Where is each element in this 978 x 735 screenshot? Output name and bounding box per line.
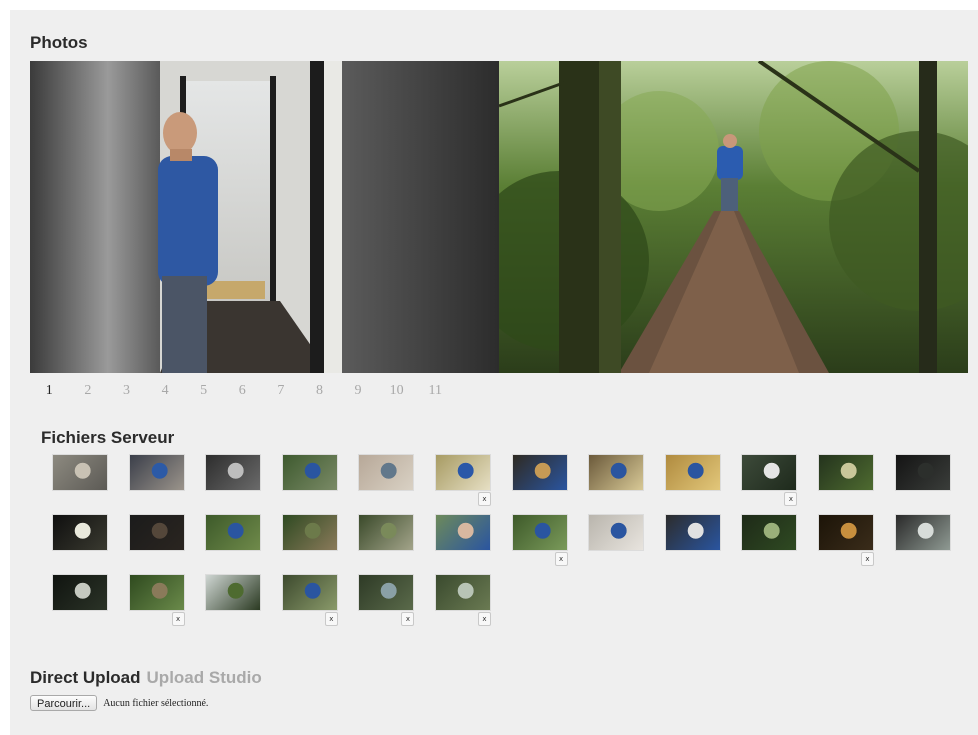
server-file-thumbnail[interactable] [436, 515, 490, 550]
server-files-heading: Fichiers Serveur [41, 428, 175, 447]
server-file-thumbnail[interactable] [819, 455, 873, 490]
delete-file-button[interactable]: x [478, 612, 491, 626]
server-file-thumbnail[interactable] [53, 515, 107, 550]
page-link-10[interactable]: 10 [377, 383, 416, 399]
server-file-thumbnail[interactable] [129, 575, 184, 610]
server-file-thumbnail[interactable] [512, 515, 567, 550]
browse-button[interactable]: Parcourir... [30, 695, 98, 711]
server-file-thumbnail[interactable] [206, 575, 261, 610]
server-file-thumbnail[interactable] [819, 515, 873, 550]
server-file-thumbnail[interactable] [206, 455, 261, 490]
server-file-thumbnail[interactable] [359, 515, 414, 550]
page-link-9[interactable]: 9 [339, 383, 378, 399]
page-link-8[interactable]: 8 [300, 383, 339, 399]
photos-heading: Photos [30, 33, 88, 52]
server-file-thumbnail[interactable] [359, 455, 414, 490]
page-link-4[interactable]: 4 [146, 383, 185, 399]
delete-file-button[interactable]: x [171, 612, 185, 626]
server-file-thumbnail[interactable] [282, 575, 337, 610]
server-file-thumbnail[interactable] [282, 455, 337, 490]
server-file-thumbnail[interactable] [282, 515, 337, 550]
server-file-thumbnail[interactable] [589, 515, 644, 550]
server-file-thumbnail[interactable] [206, 515, 261, 550]
file-status: Aucun fichier sélectionné. [103, 697, 209, 709]
server-file-thumbnail[interactable] [665, 515, 720, 550]
server-file-thumbnail[interactable] [742, 455, 797, 490]
file-upload-row: Parcourir... Aucun fichier sélectionné. [30, 695, 208, 711]
server-file-thumbnail[interactable] [665, 455, 720, 490]
server-file-thumbnail[interactable] [436, 455, 490, 490]
delete-file-button[interactable]: x [784, 492, 798, 506]
server-file-thumbnail[interactable] [895, 515, 950, 550]
server-file-thumbnail[interactable] [512, 455, 567, 490]
page-link-2[interactable]: 2 [69, 383, 108, 399]
photo-viewer[interactable] [30, 61, 968, 373]
page-link-3[interactable]: 3 [107, 383, 146, 399]
server-file-thumbnail[interactable] [436, 575, 490, 610]
server-file-thumbnail[interactable] [359, 575, 414, 610]
photo-forest-path-image [499, 61, 968, 373]
photo-pager: 1 2 3 4 5 6 7 8 9 10 11 [30, 383, 455, 399]
server-file-thumbnail[interactable] [589, 455, 644, 490]
server-file-thumbnail[interactable] [129, 455, 184, 490]
photo-forest-path[interactable] [499, 61, 968, 373]
page-link-11[interactable]: 11 [416, 383, 455, 399]
server-file-thumbnail[interactable] [742, 515, 797, 550]
delete-file-button[interactable]: x [324, 612, 338, 626]
upload-studio-link[interactable]: Upload Studio [147, 668, 262, 688]
delete-file-button[interactable]: x [861, 552, 874, 566]
delete-file-button[interactable]: x [401, 612, 415, 626]
server-file-thumbnail[interactable] [895, 455, 950, 490]
photo-man-doorway[interactable] [30, 61, 499, 373]
upload-heading: Direct Upload Upload Studio [30, 668, 262, 688]
photo-man-doorway-image [30, 61, 499, 373]
direct-upload-title: Direct Upload [30, 668, 141, 687]
page-link-5[interactable]: 5 [184, 383, 223, 399]
server-file-thumbnail[interactable] [53, 575, 107, 610]
server-file-thumbnail[interactable] [129, 515, 184, 550]
page-link-6[interactable]: 6 [223, 383, 262, 399]
delete-file-button[interactable]: x [478, 492, 491, 506]
page-link-1[interactable]: 1 [30, 383, 69, 399]
server-file-thumbnail[interactable] [53, 455, 107, 490]
page-link-7[interactable]: 7 [262, 383, 301, 399]
delete-file-button[interactable]: x [554, 552, 568, 566]
